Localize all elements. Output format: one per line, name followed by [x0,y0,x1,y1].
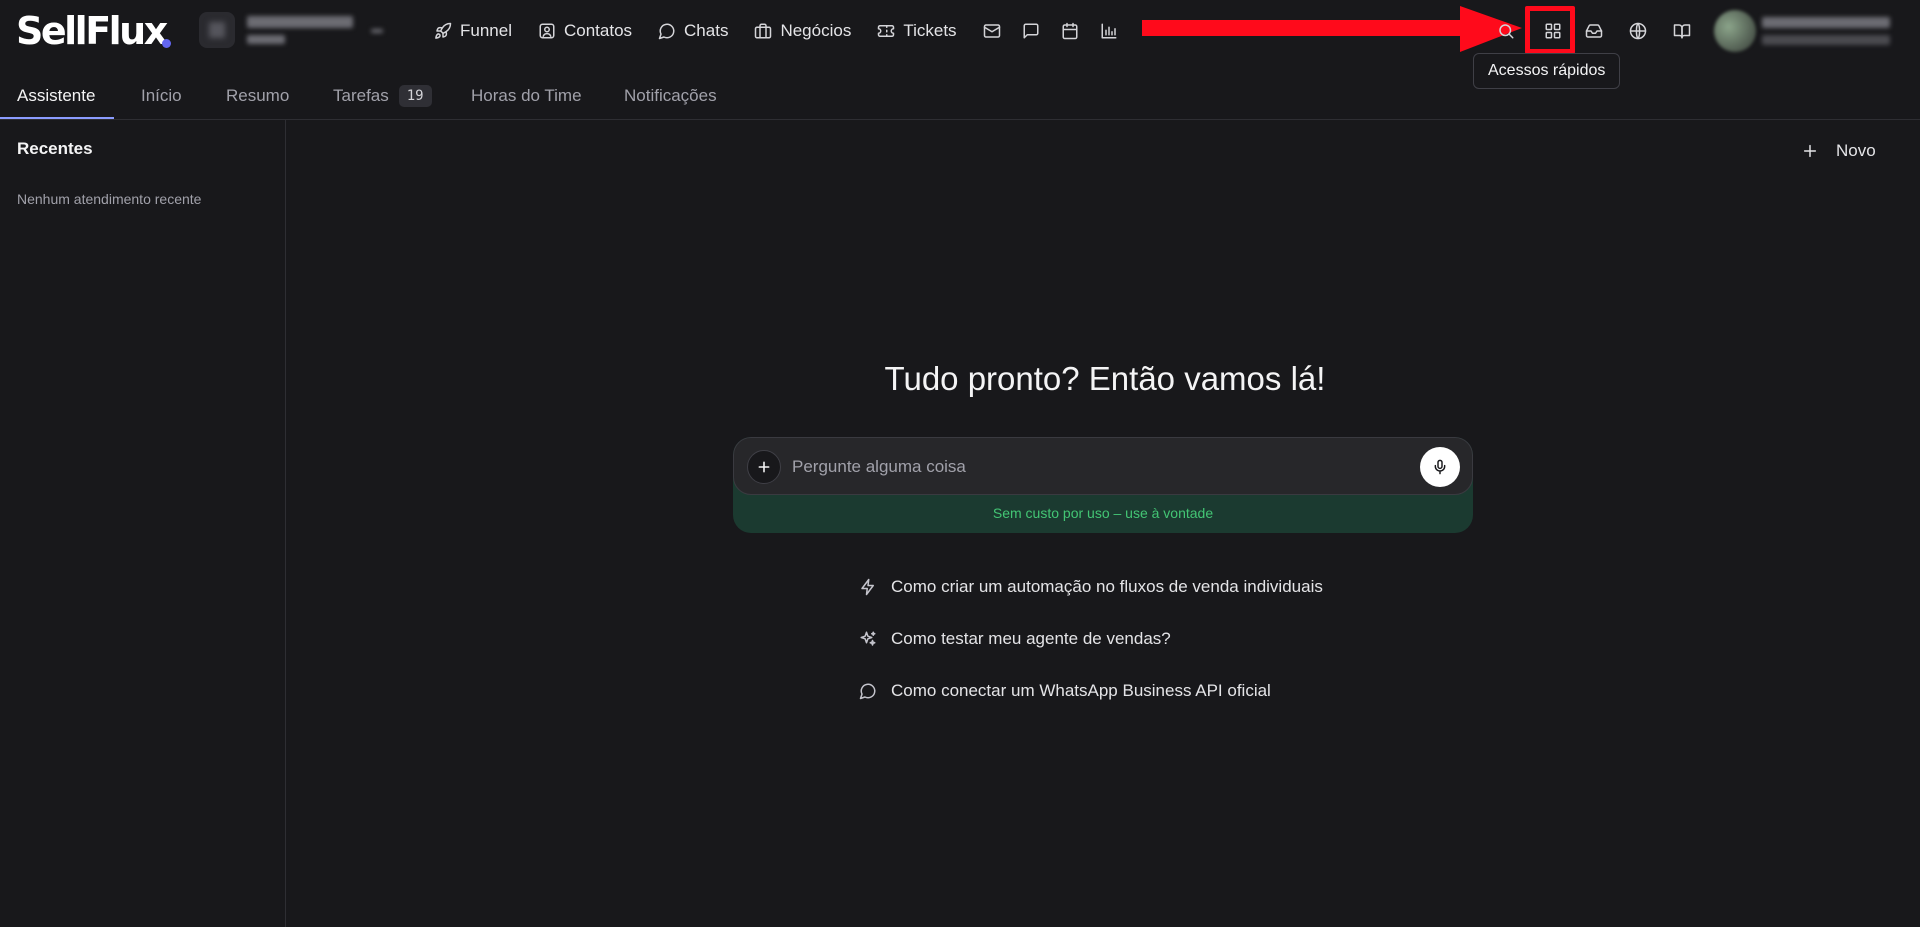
book-icon[interactable] [1665,14,1699,48]
user-email-redacted [1762,35,1890,45]
suggestion-item[interactable]: Como testar meu agente de vendas? [859,622,1323,656]
nav-negocios-label: Negócios [780,21,852,40]
workspace-sub-redacted [247,35,285,44]
workspace-avatar [199,12,235,48]
message-square-icon[interactable] [1016,16,1046,46]
rocket-icon [434,22,452,40]
tab-notificacoes[interactable]: Notificações [624,72,717,120]
tab-horas-do-time[interactable]: Horas do Time [471,72,582,120]
nav-negocios[interactable]: Negócios [748,16,857,46]
suggestion-item[interactable]: Como conectar um WhatsApp Business API o… [859,674,1323,708]
suggestion-text: Como testar meu agente de vendas? [891,629,1171,648]
hero-heading: Tudo pronto? Então vamos lá! [884,360,1326,397]
sparkles-icon [859,630,879,648]
annotation-highlight-box [1525,6,1575,54]
mail-icon[interactable] [977,16,1007,46]
avatar [1714,10,1756,52]
microphone-button[interactable] [1420,447,1460,487]
prompt-input[interactable] [792,450,1392,484]
briefcase-icon [754,22,772,40]
tab-inicio[interactable]: Início [141,72,182,120]
lightning-icon [859,578,879,596]
suggestion-list: Como criar um automação no fluxos de ven… [859,570,1323,726]
tab-resumo[interactable]: Resumo [226,72,289,120]
suggestion-text: Como criar um automação no fluxos de ven… [891,577,1323,596]
nav-funnel-label: Funnel [460,21,512,40]
plus-icon [756,459,772,475]
workspace-selector[interactable] [199,10,395,50]
composer-input-row [733,437,1473,495]
microphone-icon [1432,459,1448,475]
nav-tickets[interactable]: Tickets [871,16,962,46]
nav-contatos-label: Contatos [563,21,633,40]
chat-bubble-icon [859,682,879,700]
nav-tickets-label: Tickets [903,21,957,40]
suggestion-item[interactable]: Como criar um automação no fluxos de ven… [859,570,1323,604]
chat-bubble-icon [658,22,676,40]
bar-chart-icon[interactable] [1094,16,1124,46]
plus-icon [1802,143,1818,159]
search-icon[interactable] [1489,14,1523,48]
user-menu[interactable] [1714,8,1890,54]
attach-button[interactable] [747,450,781,484]
tab-tarefas-label: Tarefas [333,86,389,105]
inbox-icon[interactable] [1577,14,1611,48]
pricing-note: Sem custo por uso – use à vontade [992,505,1214,521]
assistant-composer: Sem custo por uso – use à vontade [733,437,1473,533]
suggestion-text: Como conectar um WhatsApp Business API o… [891,681,1271,700]
annotation-arrow [1142,6,1522,52]
calendar-icon[interactable] [1055,16,1085,46]
sidebar-title: Recentes [17,139,93,158]
new-button-label: Novo [1836,141,1876,160]
top-bar: SellFlux Funnel Contatos Chats Negócios … [0,0,1920,89]
tab-assistente[interactable]: Assistente [17,72,95,120]
user-name-redacted [1762,17,1890,28]
globe-icon[interactable] [1621,14,1655,48]
logo-dot [162,39,171,48]
tab-bar: Assistente Início Resumo Tarefas 19 Hora… [0,72,1920,120]
tab-tarefas[interactable]: Tarefas 19 [333,72,432,120]
sidebar-empty-state: Nenhum atendimento recente [17,191,202,207]
tasks-count-badge: 19 [398,85,432,107]
main-nav: Funnel Contatos Chats Negócios Tickets [428,16,1133,46]
contact-card-icon [538,22,556,40]
nav-chats-label: Chats [684,21,729,40]
recent-sidebar: Recentes Nenhum atendimento recente [0,120,286,927]
ticket-icon [877,22,895,40]
nav-chats[interactable]: Chats [652,16,734,46]
nav-funnel[interactable]: Funnel [428,16,518,46]
new-conversation-button[interactable]: Novo [1802,136,1876,166]
active-tab-indicator [0,117,114,119]
workspace-caret [371,29,383,33]
sellflux-logo[interactable]: SellFlux [16,10,168,52]
nav-contatos[interactable]: Contatos [532,16,638,46]
workspace-name-redacted [247,16,353,28]
